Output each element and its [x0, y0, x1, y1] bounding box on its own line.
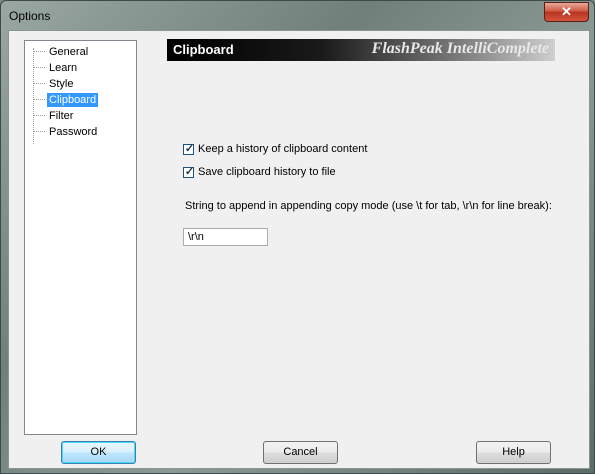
title-bar[interactable]: Options ✕: [1, 1, 594, 31]
product-brand: FlashPeak IntelliComplete: [371, 40, 549, 57]
tree-item-password[interactable]: Password: [33, 124, 99, 139]
tree-item-style[interactable]: Style: [33, 76, 75, 91]
tree-branch-line: [33, 99, 45, 100]
tree-item-general[interactable]: General: [33, 44, 90, 59]
save-history-label: Save clipboard history to file: [198, 166, 336, 178]
tree-item-clipboard[interactable]: Clipboard: [33, 92, 99, 107]
checkmark-icon: ✓: [184, 165, 195, 178]
tree-item-label: Filter: [49, 109, 74, 122]
window-title: Options: [9, 9, 51, 23]
tree-branch-line: [33, 83, 45, 84]
tree-item-label: Style: [49, 77, 74, 90]
append-string-input[interactable]: [183, 228, 268, 246]
tree-item-label: Password: [49, 125, 98, 138]
close-button[interactable]: ✕: [544, 2, 589, 22]
tree-branch-line: [33, 51, 45, 52]
tree-branch-line: [33, 67, 45, 68]
tree-item-learn[interactable]: Learn: [33, 60, 79, 75]
tree-branch-line: [33, 115, 45, 116]
tree-item-label: Clipboard: [47, 92, 99, 107]
save-history-option[interactable]: ✓ Save clipboard history to file: [183, 166, 336, 178]
tree-item-label: General: [49, 45, 89, 58]
options-window: Options ✕ General Learn Style Clipboard: [0, 0, 595, 474]
options-tree[interactable]: General Learn Style Clipboard Filter Pas…: [24, 40, 137, 435]
append-string-label: String to append in appending copy mode …: [185, 200, 552, 212]
keep-history-checkbox[interactable]: ✓: [183, 142, 195, 155]
ok-button[interactable]: OK: [61, 441, 136, 464]
close-icon: ✕: [561, 4, 572, 19]
cancel-button[interactable]: Cancel: [263, 441, 338, 464]
help-button[interactable]: Help: [476, 441, 551, 464]
dialog-client-area: General Learn Style Clipboard Filter Pas…: [8, 30, 590, 469]
section-title: Clipboard: [173, 42, 234, 57]
tree-branch-line: [33, 131, 45, 132]
keep-history-option[interactable]: ✓ Keep a history of clipboard content: [183, 143, 367, 155]
save-history-checkbox[interactable]: ✓: [183, 165, 195, 178]
tree-item-label: Learn: [49, 61, 78, 74]
tree-item-filter[interactable]: Filter: [33, 108, 75, 123]
section-header: Clipboard FlashPeak IntelliComplete: [167, 39, 555, 61]
keep-history-label: Keep a history of clipboard content: [198, 143, 368, 155]
checkmark-icon: ✓: [184, 142, 195, 155]
